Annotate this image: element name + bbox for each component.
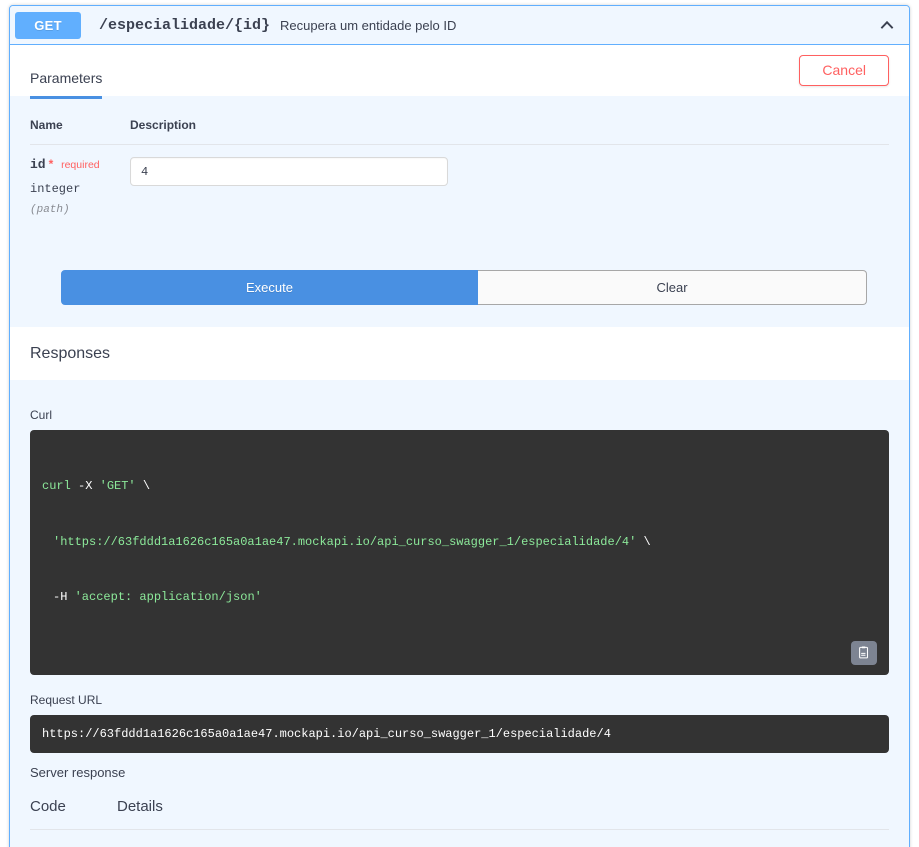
server-response-label: Server response <box>30 764 126 780</box>
table-row: id * required integer (path) <box>30 145 889 216</box>
curl-flag-h: -H <box>53 590 75 605</box>
spacer <box>30 304 889 327</box>
parameter-name-text: id <box>30 157 46 172</box>
curl-method-value: 'GET' <box>99 478 136 493</box>
required-asterisk: * <box>48 157 54 171</box>
clear-button[interactable]: Clear <box>478 269 867 305</box>
curl-continuation-1: \ <box>135 478 151 493</box>
parameters-header-row: Name Description <box>30 96 889 145</box>
curl-accept-header: 'accept: application/json' <box>74 590 262 605</box>
column-header-name: Name <box>30 96 130 145</box>
tab-parameters[interactable]: Parameters <box>30 70 103 99</box>
operation-path: /especialidade/{id} <box>99 16 271 34</box>
parameter-location: (path) <box>30 203 70 216</box>
request-url-label: Request URL <box>30 692 103 707</box>
parameters-body: Name Description id * required integer (p… <box>10 96 909 327</box>
execute-button[interactable]: Execute <box>61 269 478 305</box>
operation-block-get-especialidade-id: GET /especialidade/{id} Recupera um enti… <box>9 5 910 847</box>
parameters-section-header: Parameters Cancel <box>10 45 909 99</box>
chevron-up-icon[interactable] <box>877 15 897 35</box>
responses-body: Curl curl -X 'GET' \ 'https://63fddd1a16… <box>10 379 909 847</box>
parameter-name: id * required <box>30 157 130 173</box>
curl-command-block: curl -X 'GET' \ 'https://63fddd1a1626c16… <box>30 429 889 675</box>
parameter-id-input[interactable] <box>130 157 448 186</box>
parameter-name-cell: id * required integer (path) <box>30 145 130 216</box>
responses-section-header: Responses <box>10 326 909 380</box>
response-details-cell: Error: Internal Server Error Response bo… <box>117 829 889 847</box>
copy-icon[interactable] <box>851 640 877 665</box>
column-header-details: Details <box>117 789 889 830</box>
swagger-ui-page: GET /especialidade/{id} Recupera um enti… <box>0 0 919 847</box>
curl-flag-x: -X <box>70 478 100 493</box>
column-header-code: Code <box>30 789 117 830</box>
response-header-row: Code Details <box>30 789 889 830</box>
request-url-block: https://63fddd1a1626c165a0a1ae47.mockapi… <box>30 714 889 753</box>
parameter-type: integer <box>30 181 81 196</box>
curl-command: curl <box>42 478 71 493</box>
operation-summary-header[interactable]: GET /especialidade/{id} Recupera um enti… <box>10 6 909 45</box>
curl-line-3: -H 'accept: application/json' <box>42 588 877 607</box>
required-label: required <box>61 159 100 171</box>
column-header-description: Description <box>130 96 889 145</box>
curl-line-2: 'https://63fddd1a1626c165a0a1ae47.mockap… <box>42 533 877 552</box>
curl-continuation-2: \ <box>636 534 651 549</box>
parameters-table: Name Description id * required integer (p… <box>30 96 889 216</box>
curl-label: Curl <box>30 407 53 422</box>
table-row: 500 Undocumented Error: Internal Server … <box>30 829 889 847</box>
execute-clear-row: Execute Clear <box>61 269 867 305</box>
operation-summary-text: Recupera um entidade pelo ID <box>280 17 457 33</box>
curl-line-1: curl -X 'GET' \ <box>42 477 877 496</box>
responses-title: Responses <box>30 344 111 362</box>
section-tabs: Parameters <box>30 67 103 99</box>
parameter-value-cell <box>130 145 889 216</box>
http-method-badge: GET <box>15 11 81 39</box>
cancel-button[interactable]: Cancel <box>799 55 889 86</box>
curl-url: 'https://63fddd1a1626c165a0a1ae47.mockap… <box>53 534 637 549</box>
response-code-cell: 500 Undocumented <box>30 829 117 847</box>
server-response-table: Code Details 500 Undocumented Error: Int… <box>30 789 889 847</box>
